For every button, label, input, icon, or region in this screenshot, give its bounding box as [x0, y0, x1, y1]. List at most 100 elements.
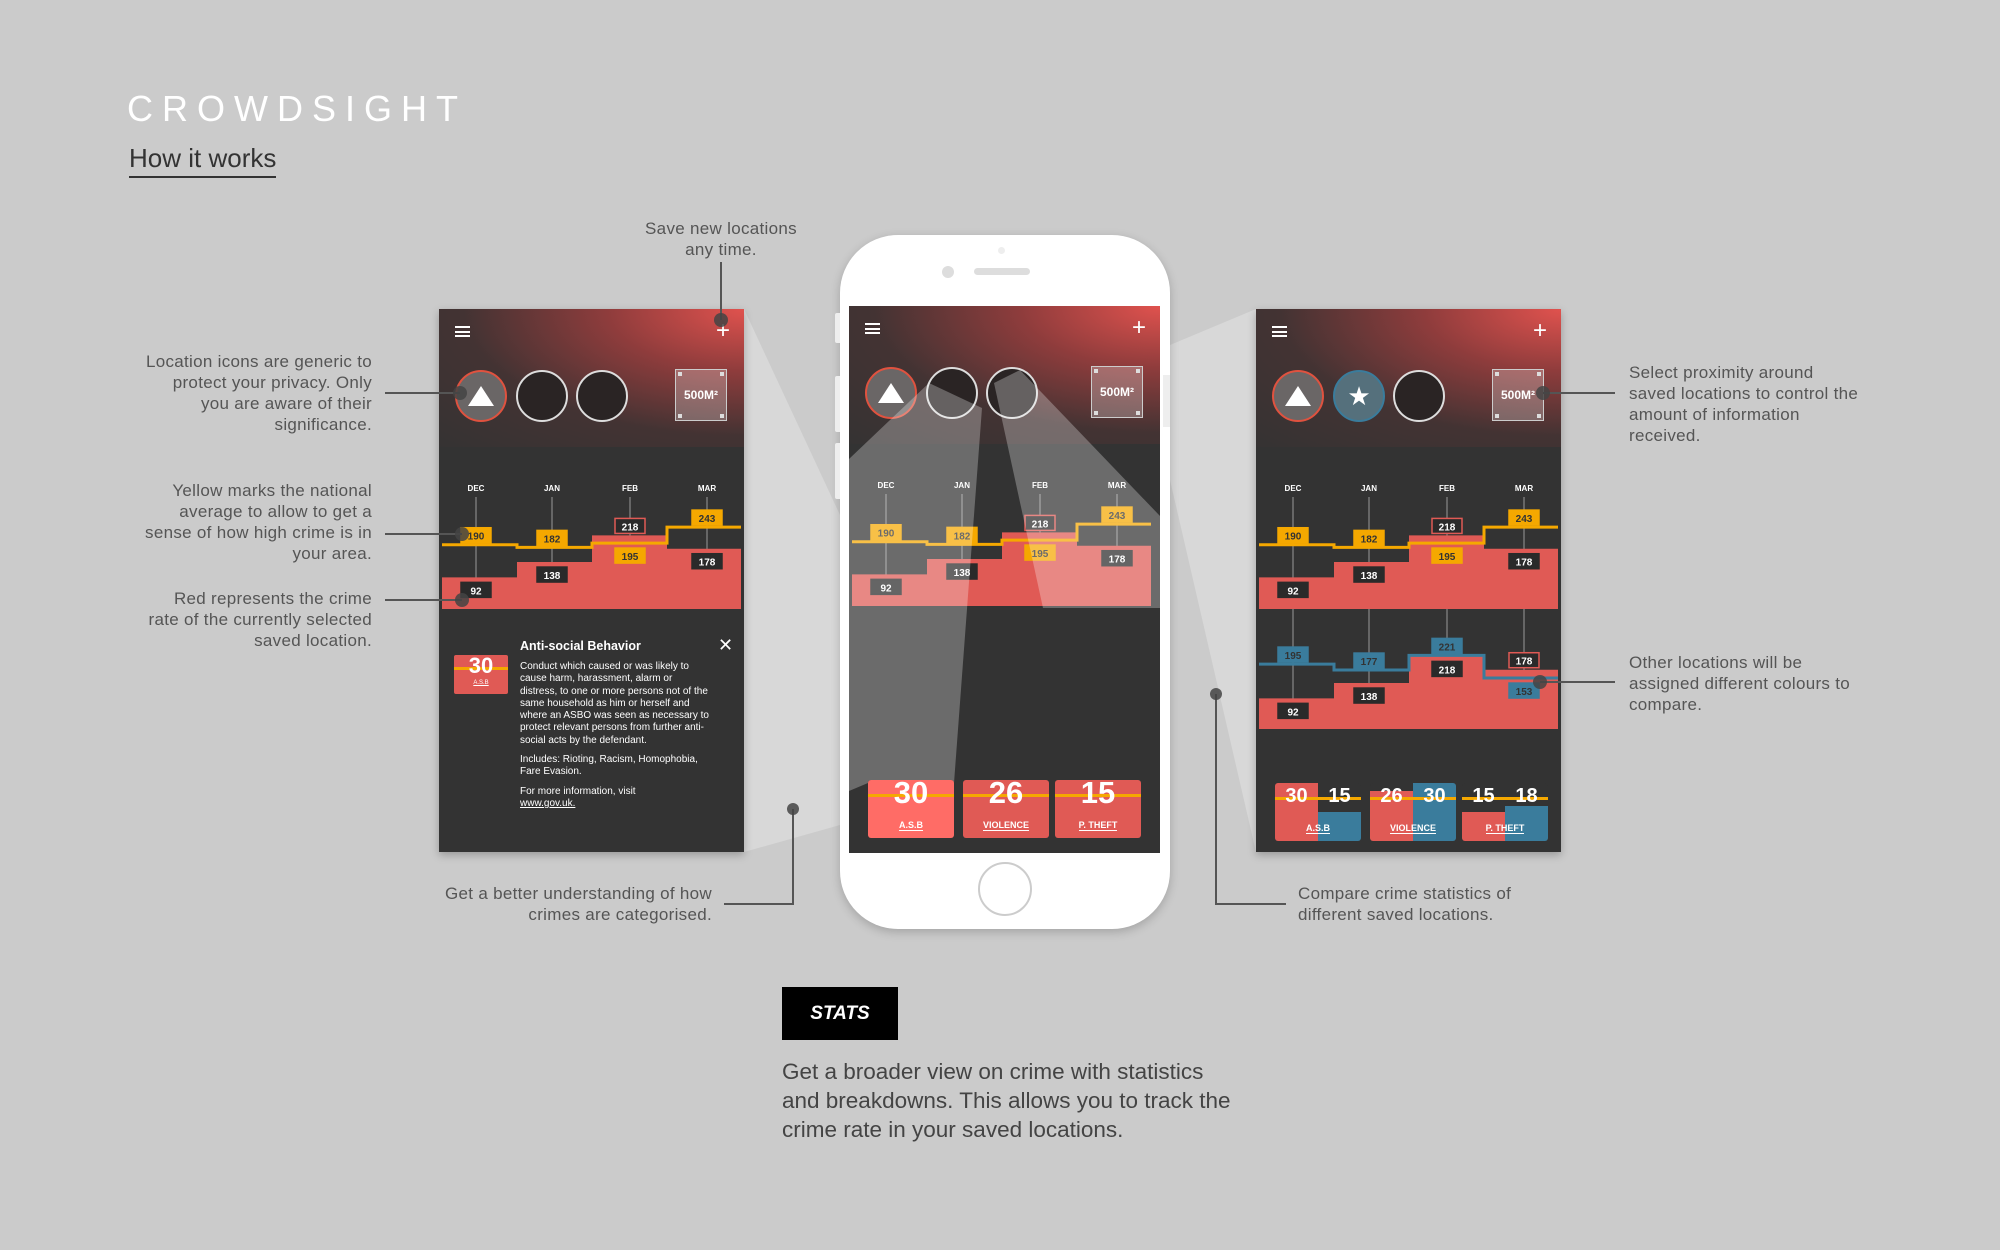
tile-label-text: P. THEFT [1485, 823, 1525, 834]
tile-label-text: P. THEFT [1078, 820, 1118, 831]
light-wedge-right [1170, 309, 1256, 852]
screen-info: +500M² DEC JAN FEB MAR 92 190 138 182 218 195 178 24… [439, 309, 744, 852]
location-value-label-text: 138 [1361, 692, 1378, 703]
more-info-text: For more information, visit [520, 785, 636, 797]
national-average-value-label: 243 [691, 509, 723, 526]
gov-link[interactable]: www.gov.uk. [520, 798, 575, 809]
category-title: Anti-social Behavior [520, 639, 641, 653]
national-average-value-label: 182 [1353, 529, 1385, 547]
tile-label-text: A.S.B [1305, 823, 1330, 834]
tile-label-text: VIOLENCE [1389, 823, 1436, 834]
tile-label-text: VIOLENCE [982, 820, 1029, 831]
national-average-value-label-text: 195 [1439, 552, 1456, 563]
national-average-value-label-text: 190 [1285, 532, 1302, 543]
tile-label: VIOLENCE [1370, 823, 1456, 834]
screen-compare: + ★ 500M² DEC JAN FEB MAR 92 190 138 182 218 195 178 2… [1256, 309, 1561, 852]
category-tile[interactable]: 15 18 P. THEFT [1462, 783, 1548, 841]
tile-value: 30 [893, 780, 929, 810]
national-average-value-label-text: 243 [1516, 514, 1533, 525]
screen-stats: +500M² DEC JAN FEB MAR 92 190 138 182 218 195 178 24… [849, 306, 1160, 853]
tile-value: 15 [1328, 785, 1351, 807]
location-value-label-text: 92 [1287, 586, 1299, 597]
tile-value: 30 [1423, 785, 1446, 807]
other-location-value-label-text: 221 [1439, 642, 1456, 653]
location-value-label: 138 [536, 566, 568, 583]
national-average-value-label-text: 182 [1361, 534, 1378, 545]
national-average-value-label: 195 [614, 547, 646, 564]
location-value-label-text: 178 [1516, 657, 1533, 668]
national-average-value-label-text: 182 [544, 534, 561, 545]
annotation-location-icons: Location icons are generic to protect yo… [145, 352, 372, 434]
stats-badge: STATS [782, 987, 898, 1040]
light-wedge-left [744, 309, 840, 852]
tile-label: P. THEFT [1462, 823, 1548, 834]
location-value-label: 178 [691, 552, 723, 570]
annotation-proximity: Select proximity around saved locations … [1629, 363, 1859, 445]
category-tile[interactable]: 30 15 A.S.B [1275, 783, 1361, 841]
tile-label: A.S.B [1275, 823, 1361, 834]
location-value-label: 218 [614, 517, 646, 535]
location-value-label: 92 [1277, 702, 1309, 720]
crime-trend-chart: DEC JAN FEB MAR92190138182218195178243 [849, 370, 1160, 791]
category-tile[interactable]: 26 30 VIOLENCE [1370, 783, 1456, 841]
home-button[interactable] [978, 862, 1032, 916]
tile-value: 26 [1380, 785, 1403, 807]
location-value-label-text: 92 [470, 586, 482, 597]
month-label: MAR [698, 484, 716, 493]
close-icon[interactable]: ✕ [718, 635, 733, 656]
category-tile-asb[interactable]: 30 A.S.B [454, 653, 508, 694]
location-value-label-text: 218 [622, 522, 639, 533]
annotation-compare: Compare crime statistics of different sa… [1298, 884, 1512, 924]
other-location-value-label: 195 [1277, 646, 1309, 663]
location-value-label-text: 178 [1516, 558, 1533, 569]
location-value-label: 138 [1353, 687, 1385, 704]
month-label: DEC [1285, 484, 1302, 493]
location-value-label: 178 [1508, 651, 1540, 669]
category-description: Conduct which caused or was likely to ca… [520, 661, 709, 746]
crime-trend-chart: DEC JAN FEB MAR 92 190 138 182 218 195 178 243 92 195… [1259, 484, 1558, 729]
month-label: MAR [1515, 484, 1533, 493]
category-tile[interactable]: 30 A.S.B [868, 780, 954, 838]
other-location-value-label-text: 177 [1361, 657, 1378, 668]
annotation-categorised: Get a better understanding of how crimes… [445, 884, 712, 924]
phone-camera [942, 266, 954, 278]
month-label: FEB [1439, 484, 1455, 493]
annotation-save: Save new locations any time. [645, 219, 797, 259]
location-value-label: 218 [1431, 660, 1463, 678]
location-value-label-text: 138 [1361, 571, 1378, 582]
annotation-red: Red represents the crime rate of the cur… [148, 589, 372, 650]
phone-power-button [1163, 375, 1170, 427]
other-location-value-label: 221 [1431, 637, 1463, 655]
tile-value: 26 [988, 780, 1024, 810]
tile-label: A.S.B [473, 680, 489, 686]
annotation-yellow: Yellow marks the national average to all… [145, 481, 372, 563]
tile-label: VIOLENCE [963, 820, 1049, 831]
tile-value: 18 [1515, 785, 1538, 807]
tile-label: P. THEFT [1055, 820, 1141, 831]
location-value-label: 92 [460, 581, 492, 599]
other-location-value-label-text: 195 [1285, 651, 1302, 662]
phone-sensor [998, 247, 1005, 254]
tile-label: A.S.B [868, 820, 954, 831]
location-value-label-text: 218 [1439, 665, 1456, 676]
tile-value: 30 [1285, 785, 1308, 807]
national-average-value-label: 182 [536, 529, 568, 547]
other-location-value-label: 177 [1353, 652, 1385, 669]
tile-value: 15 [1472, 785, 1495, 807]
month-label: DEC [468, 484, 485, 493]
month-label: JAN [544, 484, 560, 493]
month-label: FEB [622, 484, 638, 493]
phone-volume-down [835, 443, 840, 499]
national-average-value-label: 190 [460, 526, 492, 544]
category-tile[interactable]: 26 VIOLENCE [963, 780, 1049, 838]
national-average-value-label: 190 [1277, 526, 1309, 544]
more-info: For more information, visit www.gov.uk. [520, 786, 710, 811]
location-value-label: 138 [1353, 566, 1385, 583]
phone-mute-switch [835, 313, 840, 343]
location-value-label: 218 [1431, 517, 1463, 535]
national-average-value-label-text: 190 [468, 532, 485, 543]
category-includes: Includes: Rioting, Racism, Homophobia, F… [520, 754, 698, 778]
stats-description: Get a broader view on crime with statist… [782, 1059, 1231, 1142]
category-tile[interactable]: 15 P. THEFT [1055, 780, 1141, 838]
annotation-other-colours: Other locations will be assigned differe… [1629, 653, 1851, 714]
